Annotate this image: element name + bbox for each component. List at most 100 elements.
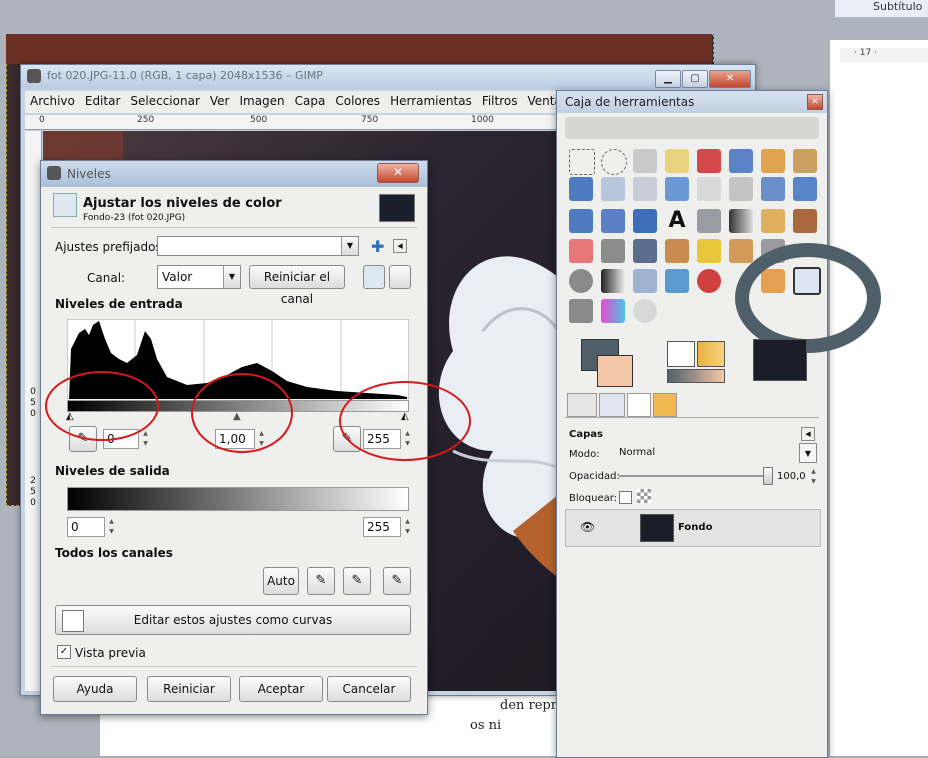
layer-row[interactable]: 👁 Fondo <box>565 509 821 547</box>
airbrush-icon[interactable] <box>601 239 625 263</box>
opacity-value[interactable]: 100,0 <box>777 471 806 482</box>
dodge-burn-icon[interactable] <box>601 269 625 293</box>
opacity-slider-handle[interactable] <box>763 467 773 485</box>
reset-channel-button[interactable]: Reiniciar el canal <box>249 265 345 306</box>
menu-herramientas[interactable]: Herramientas <box>385 91 477 111</box>
paths-icon[interactable] <box>793 149 817 173</box>
blend-icon[interactable] <box>729 209 753 233</box>
menu-ver[interactable]: Ver <box>205 91 235 111</box>
align-icon[interactable] <box>697 177 721 201</box>
ellipse-select-icon[interactable] <box>601 149 627 175</box>
lock-alpha-icon[interactable] <box>637 489 651 503</box>
move-icon[interactable] <box>665 177 689 201</box>
brush-preview[interactable] <box>667 341 695 367</box>
opacity-stepper[interactable]: ▲ ▼ <box>809 467 818 485</box>
close-button[interactable]: ✕ <box>807 94 823 110</box>
color-select-icon[interactable] <box>697 149 721 173</box>
menu-imagen[interactable]: Imagen <box>234 91 289 111</box>
add-preset-icon[interactable]: ✚ <box>371 237 384 256</box>
menu-capa[interactable]: Capa <box>290 91 331 111</box>
text-tool-icon[interactable]: A <box>665 209 689 233</box>
rotate-icon[interactable] <box>761 177 785 201</box>
tool-options-tab-icon[interactable] <box>599 393 625 417</box>
measure-icon[interactable] <box>633 177 657 201</box>
gray-picker-button[interactable]: ✎ <box>343 567 371 595</box>
layers-tab-icon[interactable] <box>567 393 597 417</box>
output-high-stepper[interactable]: ▲ ▼ <box>403 517 412 537</box>
color-balance-icon[interactable] <box>633 269 657 293</box>
output-low-field[interactable]: 0 <box>67 517 105 537</box>
menu-filtros[interactable]: Filtros <box>477 91 523 111</box>
eraser-icon[interactable] <box>569 239 593 263</box>
ink-icon[interactable] <box>633 239 657 263</box>
perspective-clone-icon[interactable] <box>729 239 753 263</box>
cancel-button[interactable]: Cancelar <box>327 676 411 702</box>
separator <box>51 227 417 228</box>
levels-titlebar[interactable]: Niveles ✕ <box>41 161 427 187</box>
zoom-icon[interactable] <box>601 177 625 201</box>
curves-icon[interactable] <box>569 299 593 323</box>
layers-menu-icon[interactable]: ◀ <box>801 427 815 441</box>
ruler-tick: 0 <box>39 115 45 125</box>
pattern-preview[interactable] <box>697 341 725 367</box>
pencil-icon[interactable] <box>761 209 785 233</box>
reset-button[interactable]: Reiniciar <box>147 676 231 702</box>
foreground-select-icon[interactable] <box>761 149 785 173</box>
menu-colores[interactable]: Colores <box>330 91 385 111</box>
input-low-stepper[interactable]: ▲ ▼ <box>141 429 150 449</box>
active-image-preview[interactable] <box>753 339 807 381</box>
crop-icon[interactable] <box>729 177 753 201</box>
channel-combo[interactable]: Valor ▼ <box>157 265 241 289</box>
colorize-icon[interactable] <box>697 269 721 293</box>
shear-icon[interactable] <box>569 209 593 233</box>
log-histogram-icon[interactable] <box>389 265 411 289</box>
bucket-fill-icon[interactable] <box>697 209 721 233</box>
presets-combo[interactable]: ▼ <box>157 236 359 256</box>
fuzzy-select-icon[interactable] <box>665 149 689 173</box>
color-picker-icon[interactable] <box>569 177 593 201</box>
scissors-icon[interactable] <box>729 149 753 173</box>
paintbrush-icon[interactable] <box>793 209 817 233</box>
clone-icon[interactable] <box>665 239 689 263</box>
scale-icon[interactable] <box>793 177 817 201</box>
brushes-tab-icon[interactable] <box>627 393 651 417</box>
edit-as-curves-button[interactable]: Editar estos ajustes como curvas <box>55 605 411 635</box>
hue-saturation-icon[interactable] <box>665 269 689 293</box>
lasso-icon[interactable] <box>633 149 657 173</box>
mode-label: Modo: <box>569 449 600 460</box>
opacity-slider-track[interactable] <box>619 475 769 477</box>
minimize-button[interactable]: ▁ <box>655 70 681 88</box>
perspective-icon[interactable] <box>601 209 625 233</box>
threshold-icon[interactable] <box>633 299 657 323</box>
help-button[interactable]: Ayuda <box>53 676 137 702</box>
white-picker-button[interactable]: ✎ <box>383 567 411 595</box>
mode-combo[interactable]: Normal ▼ <box>613 443 817 463</box>
preview-checkbox[interactable]: ✓ <box>57 645 71 659</box>
auto-button[interactable]: Auto <box>263 567 299 595</box>
linear-histogram-icon[interactable] <box>363 265 385 289</box>
menu-editar[interactable]: Editar <box>80 91 126 111</box>
eye-icon[interactable]: 👁 <box>580 520 595 534</box>
word-style-subtitle[interactable]: Subtítulo <box>835 0 928 18</box>
background-color-swatch[interactable] <box>597 355 633 387</box>
heal-icon[interactable] <box>697 239 721 263</box>
gimp-window-titlebar[interactable]: fot 020.JPG-11.0 (RGB, 1 capa) 2048x1536… <box>21 65 755 89</box>
menu-archivo[interactable]: Archivo <box>25 91 80 111</box>
menu-seleccionar[interactable]: Seleccionar <box>125 91 204 111</box>
output-low-stepper[interactable]: ▲ ▼ <box>107 517 116 537</box>
black-picker-button[interactable]: ✎ <box>307 567 335 595</box>
output-high-field[interactable]: 255 <box>363 517 401 537</box>
lock-checkbox[interactable] <box>619 491 632 504</box>
smudge-icon[interactable] <box>569 269 593 293</box>
close-button[interactable]: ✕ <box>377 163 419 183</box>
accept-button[interactable]: Aceptar <box>239 676 323 702</box>
posterize-icon[interactable] <box>601 299 625 323</box>
flip-icon[interactable] <box>633 209 657 233</box>
preset-menu-icon[interactable]: ◀ <box>393 239 407 253</box>
patterns-tab-icon[interactable] <box>653 393 677 417</box>
gradient-preview[interactable] <box>667 369 725 383</box>
close-button[interactable]: ✕ <box>709 70 751 88</box>
rect-select-icon[interactable] <box>569 149 595 175</box>
toolbox-titlebar[interactable]: Caja de herramientas ✕ <box>557 91 827 113</box>
maximize-button[interactable]: ▢ <box>682 70 708 88</box>
